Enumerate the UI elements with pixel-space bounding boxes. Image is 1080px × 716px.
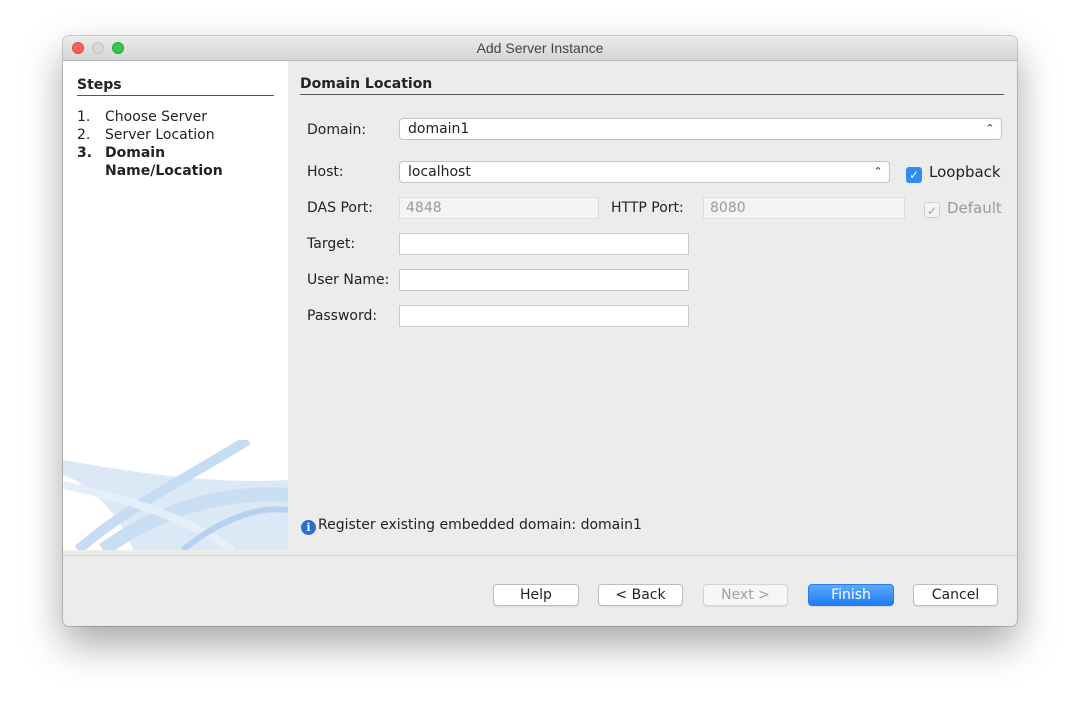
step-label: Domain Name/Location: [105, 145, 223, 179]
title-bar[interactable]: Add Server Instance: [63, 36, 1017, 61]
next-button[interactable]: Next >: [703, 584, 788, 606]
steps-panel: Steps 1. Choose Server 2. Server Location …: [63, 61, 288, 550]
step-label: Choose Server: [105, 109, 208, 125]
step-choose-server: 1. Choose Server: [77, 108, 207, 126]
step-number: 1.: [77, 109, 91, 125]
das-port-label: DAS Port:: [307, 200, 373, 216]
http-port-field[interactable]: 8080: [703, 197, 905, 219]
dialog-window: Add Server Instance Steps 1. Choose Serve…: [63, 36, 1017, 626]
step-number: 3.: [77, 145, 93, 161]
host-label: Host:: [307, 164, 344, 180]
target-label: Target:: [307, 236, 356, 252]
username-field[interactable]: [399, 269, 689, 291]
loopback-checkbox[interactable]: ✓ Loopback: [906, 163, 1001, 183]
section-heading: Domain Location: [300, 76, 1004, 95]
loopback-label: Loopback: [929, 163, 1001, 181]
button-bar-divider: [63, 555, 1017, 556]
default-port-checkbox[interactable]: ✓ Default: [924, 199, 1002, 218]
password-field[interactable]: [399, 305, 689, 327]
default-label: Default: [947, 199, 1002, 217]
step-domain-name-location: 3. Domain Name/Location: [77, 144, 245, 180]
username-label: User Name:: [307, 272, 390, 288]
updown-chevron-icon: ⌃: [985, 122, 995, 135]
updown-chevron-icon: ⌃: [873, 165, 883, 178]
cancel-button[interactable]: Cancel: [913, 584, 998, 606]
window-title: Add Server Instance: [476, 40, 604, 56]
info-icon: i: [301, 520, 316, 535]
host-combobox[interactable]: localhost ⌃: [399, 161, 890, 183]
checkmark-icon: ✓: [924, 202, 940, 218]
http-port-label: HTTP Port:: [611, 200, 684, 216]
info-message-text: Register existing embedded domain: domai…: [318, 517, 642, 533]
step-server-location: 2. Server Location: [77, 126, 215, 144]
help-button[interactable]: Help: [493, 584, 579, 606]
password-label: Password:: [307, 308, 378, 324]
info-message: i Register existing embedded domain: doma…: [301, 517, 642, 535]
domain-label: Domain:: [307, 122, 367, 138]
domain-value: domain1: [408, 121, 470, 137]
domain-combobox[interactable]: domain1 ⌃: [399, 118, 1002, 140]
decorative-swoosh-graphic: [63, 440, 288, 550]
step-number: 2.: [77, 127, 91, 143]
steps-heading: Steps: [77, 77, 274, 96]
back-button[interactable]: < Back: [598, 584, 683, 606]
host-value: localhost: [408, 164, 471, 180]
finish-button[interactable]: Finish: [808, 584, 894, 606]
step-label: Server Location: [105, 127, 215, 143]
das-port-field[interactable]: 4848: [399, 197, 599, 219]
checkmark-icon: ✓: [906, 167, 922, 183]
target-field[interactable]: [399, 233, 689, 255]
